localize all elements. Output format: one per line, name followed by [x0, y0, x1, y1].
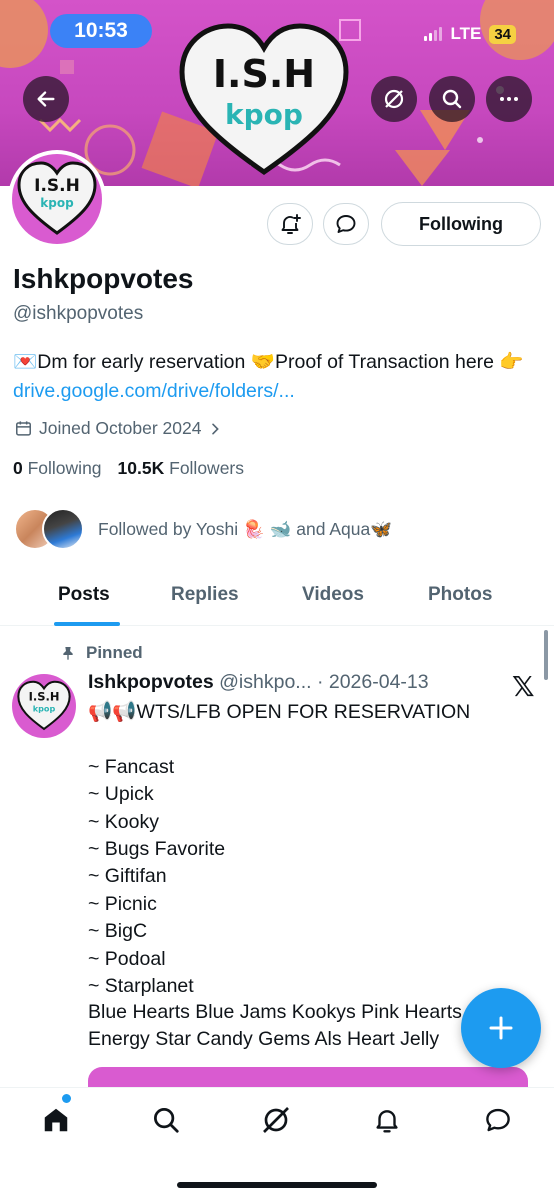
- grok-button[interactable]: [371, 76, 417, 122]
- profile-handle: @ishkpopvotes: [13, 303, 144, 324]
- bell-plus-icon: [281, 214, 301, 234]
- bell-icon: [376, 1110, 398, 1133]
- network-type: LTE: [450, 24, 482, 43]
- banner-logo: I.S.H kpop: [178, 22, 350, 180]
- message-icon: [336, 215, 356, 233]
- post-avatar-subtitle: kpop: [33, 703, 56, 713]
- follow-counts: 0 Following 10.5K Followers: [13, 458, 244, 479]
- avatar-subtitle: kpop: [40, 196, 74, 210]
- signal-icon: [424, 27, 443, 41]
- post-avatar-logo: I.S.H kpop: [17, 680, 71, 731]
- follower-avatar: [42, 508, 84, 550]
- message-button[interactable]: [323, 203, 369, 245]
- pinned-label: Pinned: [60, 643, 143, 663]
- nav-messages[interactable]: [478, 1100, 518, 1140]
- more-button[interactable]: [486, 76, 532, 122]
- bio-text: 💌Dm for early reservation 🤝Proof of Tran…: [13, 351, 524, 373]
- nav-search[interactable]: [146, 1100, 186, 1140]
- joined-text: Joined October 2024: [39, 418, 202, 438]
- search-icon: [442, 89, 462, 109]
- message-icon: [486, 1108, 510, 1132]
- calendar-icon: [16, 421, 31, 436]
- notify-button[interactable]: [267, 203, 313, 245]
- compose-button[interactable]: [461, 988, 541, 1068]
- home-indicator: [177, 1182, 377, 1188]
- back-button[interactable]: [23, 76, 69, 122]
- active-tab-indicator: [54, 622, 120, 626]
- chevron-right-icon: [212, 423, 220, 434]
- following-count[interactable]: 0 Following: [13, 458, 102, 479]
- post-meta: @ishkpo... · 2026-04-13: [219, 671, 429, 693]
- battery-level: 34: [489, 24, 516, 44]
- bio-link[interactable]: drive.google.com/drive/folders/...: [13, 380, 295, 402]
- joined-date[interactable]: Joined October 2024: [14, 418, 223, 439]
- nav-grok[interactable]: [256, 1100, 296, 1140]
- pin-icon: [63, 647, 73, 660]
- x-logo-icon: 𝕏: [512, 671, 535, 702]
- grok-icon: [263, 1107, 289, 1133]
- post-media[interactable]: [88, 1067, 528, 1087]
- home-icon: [44, 1108, 68, 1132]
- notification-dot: [62, 1094, 71, 1103]
- tab-posts[interactable]: Posts: [58, 584, 110, 606]
- nav-notifications[interactable]: [367, 1100, 407, 1140]
- following-button[interactable]: Following: [381, 202, 541, 246]
- post-avatar[interactable]: I.S.H kpop: [12, 674, 76, 738]
- tab-replies[interactable]: Replies: [171, 584, 239, 606]
- post-author[interactable]: Ishkpopvotes: [88, 671, 214, 693]
- bottom-nav: [0, 1087, 554, 1199]
- banner-logo-title: I.S.H: [212, 52, 316, 96]
- plus-icon: [489, 1016, 513, 1040]
- nav-home[interactable]: [36, 1100, 76, 1140]
- avatar-title: I.S.H: [34, 176, 80, 196]
- scrollbar[interactable]: [544, 630, 548, 680]
- status-time: 10:53: [50, 14, 152, 48]
- profile-avatar[interactable]: I.S.H kpop: [8, 150, 106, 248]
- profile-bio: 💌Dm for early reservation 🤝Proof of Tran…: [13, 348, 533, 406]
- search-icon: [154, 1108, 179, 1133]
- followed-by[interactable]: Followed by Yoshi 🪼 🐋 and Aqua🦋: [14, 508, 392, 550]
- arrow-left-icon: [37, 91, 55, 107]
- grok-icon: [384, 89, 404, 109]
- search-button[interactable]: [429, 76, 475, 122]
- profile-name: Ishkpopvotes: [13, 263, 194, 294]
- followers-count[interactable]: 10.5K Followers: [118, 458, 244, 479]
- profile-tabs: Posts Replies Videos Photos: [0, 566, 554, 626]
- tab-photos[interactable]: Photos: [428, 584, 492, 606]
- more-icon: [500, 97, 518, 101]
- status-indicators: LTE 34: [424, 24, 516, 44]
- banner-logo-subtitle: kpop: [225, 98, 303, 131]
- tab-videos[interactable]: Videos: [302, 584, 364, 606]
- post-avatar-title: I.S.H: [29, 690, 60, 704]
- post-body: 📢📢WTS/LFB OPEN FOR RESERVATION ~ Fancast…: [88, 701, 471, 998]
- followed-by-text: Followed by Yoshi 🪼 🐋 and Aqua🦋: [98, 518, 393, 539]
- avatar-logo: I.S.H kpop: [17, 161, 97, 235]
- post-header: Ishkpopvotes @ishkpo... · 2026-04-13: [88, 671, 429, 694]
